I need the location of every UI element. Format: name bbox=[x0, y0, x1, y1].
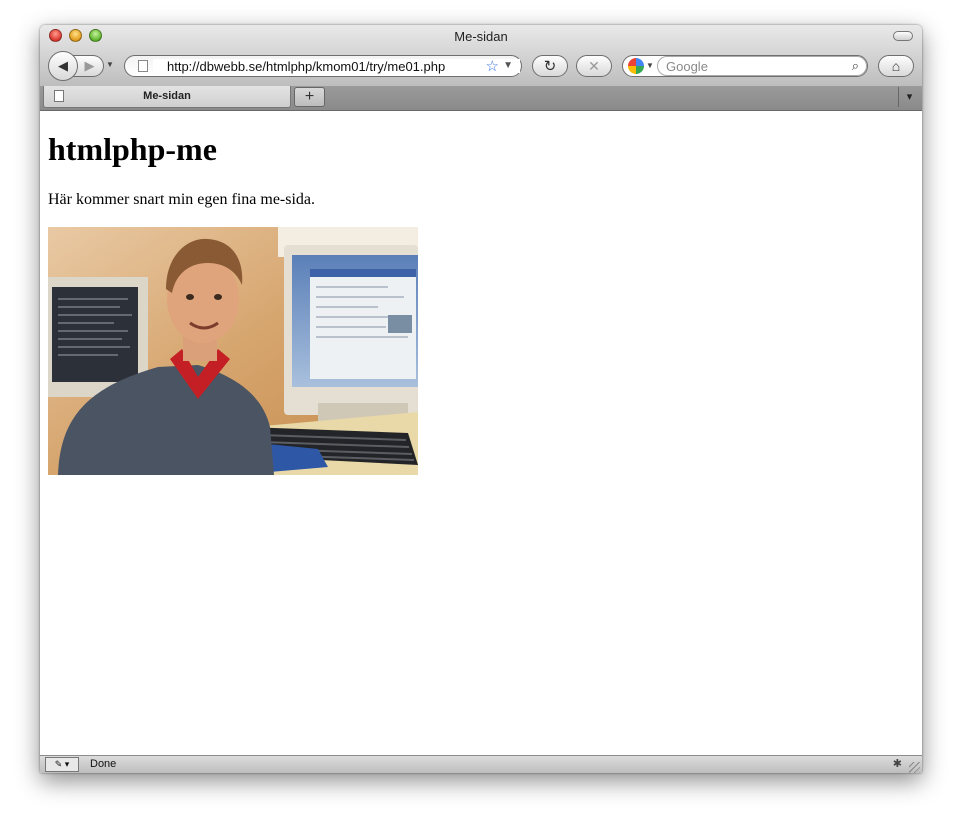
new-tab-button[interactable]: + bbox=[294, 87, 325, 107]
reload-button[interactable]: ↻ bbox=[532, 55, 568, 77]
title-and-toolbar: Me-sidan ◀ ▶ ▼ http://dbwebb.se/htmlphp/… bbox=[40, 25, 922, 87]
tab-list-button[interactable]: ▾ bbox=[898, 87, 920, 107]
page-content: htmlphp-me Här kommer snart min egen fin… bbox=[40, 111, 922, 755]
tab-bar: Me-sidan + ▾ bbox=[40, 86, 922, 111]
search-box[interactable]: ▼ Google ⌕ bbox=[622, 55, 868, 77]
status-message: Done bbox=[90, 758, 117, 770]
search-input[interactable]: Google bbox=[657, 56, 867, 76]
portrait-photo bbox=[48, 227, 418, 475]
stop-icon: ✕ bbox=[588, 57, 600, 74]
browser-window: Me-sidan ◀ ▶ ▼ http://dbwebb.se/htmlphp/… bbox=[40, 25, 922, 773]
bookmark-star-icon[interactable]: ☆ bbox=[486, 57, 499, 75]
search-icon[interactable]: ⌕ bbox=[852, 58, 859, 74]
reload-icon: ↻ bbox=[543, 58, 557, 75]
tab-me-sidan[interactable]: Me-sidan bbox=[43, 86, 291, 108]
status-bar: ✎ ▾ Done ✱ bbox=[40, 755, 922, 773]
address-bar[interactable]: http://dbwebb.se/htmlphp/kmom01/try/me01… bbox=[124, 55, 522, 77]
history-dropdown-icon[interactable]: ▼ bbox=[106, 60, 114, 69]
back-button[interactable]: ◀ bbox=[48, 51, 78, 81]
toolbar-toggle-button[interactable] bbox=[893, 31, 913, 41]
back-arrow-icon: ◀ bbox=[58, 58, 68, 73]
page-heading: htmlphp-me bbox=[48, 131, 217, 167]
address-field[interactable]: http://dbwebb.se/htmlphp/kmom01/try/me01… bbox=[153, 59, 520, 74]
home-icon: ⌂ bbox=[891, 58, 901, 74]
search-engine-dropdown-icon[interactable]: ▼ bbox=[646, 61, 654, 70]
activity-icon: ✱ bbox=[892, 758, 902, 770]
url-dropdown-icon[interactable]: ▼ bbox=[503, 60, 513, 71]
page-paragraph: Här kommer snart min egen fina me-sida. bbox=[48, 191, 316, 208]
home-button[interactable]: ⌂ bbox=[878, 55, 914, 77]
page-icon bbox=[138, 60, 148, 72]
resize-grip-icon[interactable] bbox=[909, 762, 920, 773]
window-title: Me-sidan bbox=[454, 29, 508, 44]
google-logo-icon[interactable] bbox=[628, 58, 644, 74]
status-tool-button[interactable]: ✎ ▾ bbox=[45, 757, 79, 772]
tab-label: Me-sidan bbox=[143, 90, 191, 102]
forward-arrow-icon: ▶ bbox=[84, 58, 95, 73]
stop-button[interactable]: ✕ bbox=[576, 55, 612, 77]
